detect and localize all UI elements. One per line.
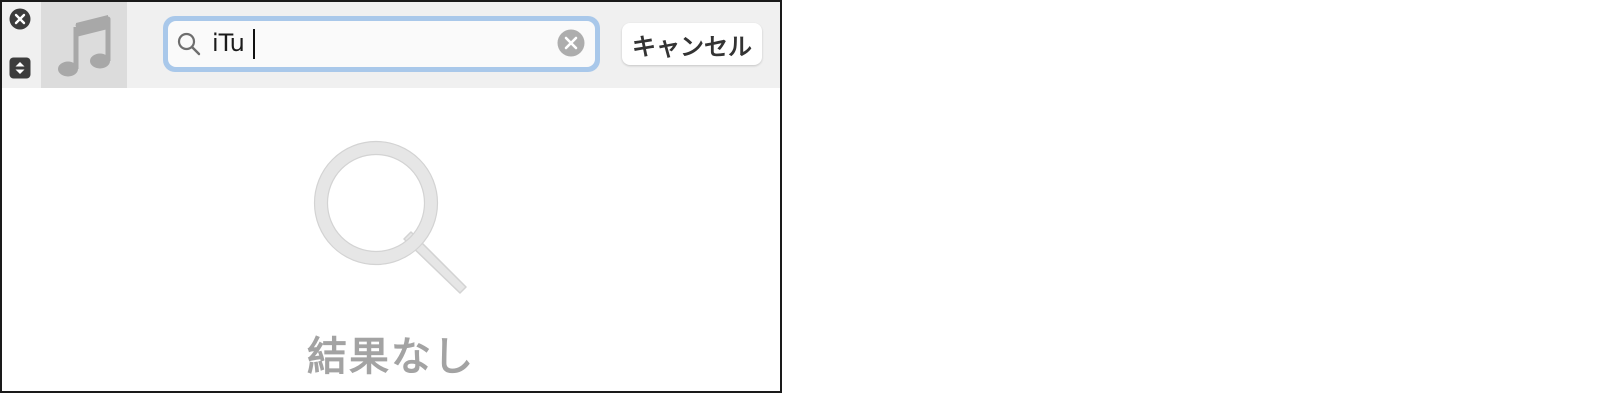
magnifier-icon (313, 140, 467, 294)
album-artwork[interactable] (41, 2, 127, 88)
search-icon (177, 32, 201, 56)
cancel-button[interactable]: キャンセル (622, 23, 762, 65)
close-icon (9, 8, 31, 30)
search-input[interactable] (212, 24, 542, 62)
resize-stepper-icon (9, 57, 31, 79)
mini-player-window: キャンセル 結果なし (0, 0, 782, 393)
search-field[interactable] (168, 21, 595, 67)
resize-window-button[interactable] (9, 57, 31, 79)
text-caret (253, 29, 255, 59)
music-note-icon (58, 15, 111, 77)
clear-circle-icon[interactable] (557, 29, 585, 57)
no-results-message: 結果なし (307, 334, 475, 380)
search-field-focus-ring (163, 16, 600, 72)
close-window-button[interactable] (9, 8, 31, 30)
toolbar: キャンセル (2, 2, 780, 88)
